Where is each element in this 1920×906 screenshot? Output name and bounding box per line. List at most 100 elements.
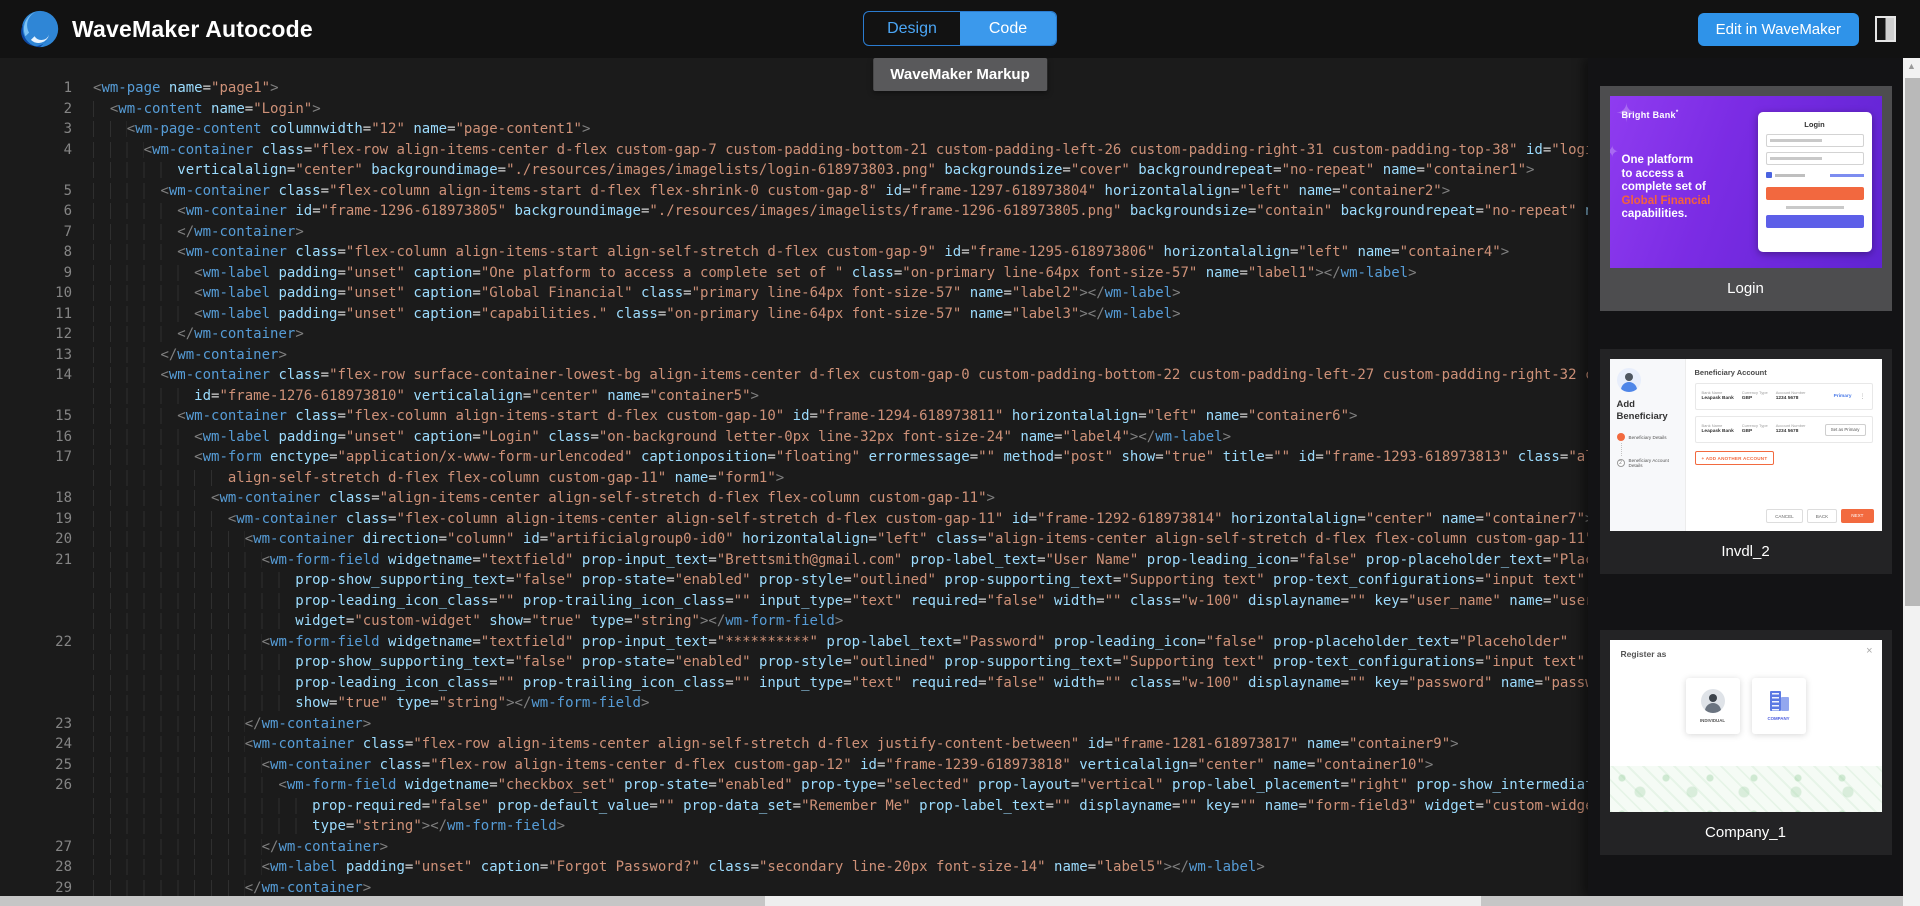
thumb-brand: Bright Bank*: [1622, 110, 1679, 120]
line-number: 27: [0, 837, 72, 858]
code-row: 2 <wm-content name="Login">: [0, 99, 1588, 120]
tab-design[interactable]: Design: [864, 12, 960, 45]
line-number: 29: [0, 878, 72, 897]
line-number: 11: [0, 304, 72, 325]
line-number: 21: [0, 550, 72, 571]
page-card-login[interactable]: ✦ ✦ Bright Bank* One platform to access …: [1600, 86, 1892, 311]
login-thumbnail: ✦ ✦ Bright Bank* One platform to access …: [1610, 96, 1882, 268]
view-toggle: Design Code: [863, 11, 1057, 46]
finance-pattern: [1610, 766, 1882, 812]
code-row: 6 <wm-container id="frame-1296-618973805…: [0, 201, 1588, 222]
top-right-controls: Edit in WaveMaker: [1698, 13, 1896, 46]
line-number: 14: [0, 365, 72, 386]
option-company: COMPANY: [1752, 678, 1806, 734]
edit-in-wavemaker-button[interactable]: Edit in WaveMaker: [1698, 13, 1859, 46]
line-number: 23: [0, 714, 72, 735]
vertical-scrollbar[interactable]: ▲: [1903, 58, 1920, 906]
brand: WaveMaker Autocode: [20, 9, 313, 49]
code-row: 24 <wm-container class="flex-row align-i…: [0, 734, 1588, 755]
option-individual: INDIVIDUAL: [1686, 678, 1740, 734]
panel-toggle-icon[interactable]: [1875, 16, 1896, 42]
vertical-scrollbar-thumb[interactable]: [1905, 78, 1920, 606]
step-number-icon: 2: [1617, 459, 1625, 467]
line-number: 24: [0, 734, 72, 755]
line-number: 2: [0, 99, 72, 120]
wavemaker-logo-icon: [20, 9, 60, 49]
code-row: 15 <wm-container class="flex-column alig…: [0, 406, 1588, 427]
horizontal-scrollbar[interactable]: [0, 896, 1903, 906]
code-row: align-self-stretch d-flex flex-column cu…: [0, 468, 1588, 489]
beneficiary-row: Bank NameLeapask Bank Currency TypeGBP A…: [1695, 416, 1873, 443]
markup-tooltip: WaveMaker Markup: [873, 58, 1047, 91]
page-card-company1[interactable]: Register as × INDIVIDUAL COMPANY Company…: [1600, 630, 1892, 855]
line-number: 25: [0, 755, 72, 776]
scroll-up-icon[interactable]: ▲: [1903, 58, 1920, 74]
horizontal-scrollbar-thumb[interactable]: [765, 896, 1481, 906]
code-row: 29 </wm-container>: [0, 878, 1588, 897]
code-row: prop-required="false" prop-default_value…: [0, 796, 1588, 817]
code-row: 26 <wm-form-field widgetname="checkbox_s…: [0, 775, 1588, 796]
tab-code[interactable]: Code: [960, 12, 1056, 45]
thumb-checkbox: [1766, 172, 1772, 178]
line-number: 9: [0, 263, 72, 284]
app-title: WaveMaker Autocode: [72, 16, 313, 43]
line-number: 6: [0, 201, 72, 222]
person-icon: [1701, 689, 1725, 713]
thumb-register-button: [1766, 215, 1864, 228]
page-label: Invdl_2: [1610, 543, 1882, 564]
line-number: 26: [0, 775, 72, 796]
avatar-icon: [1617, 368, 1641, 392]
star-decoration: ✦: [1610, 142, 1619, 162]
code-row: 7 </wm-container>: [0, 222, 1588, 243]
code-row: 3 <wm-page-content columnwidth="12" name…: [0, 119, 1588, 140]
line-number: 12: [0, 324, 72, 345]
line-number: 4: [0, 140, 72, 161]
code-row: 5 <wm-container class="flex-column align…: [0, 181, 1588, 202]
pages-sidebar: ✦ ✦ Bright Bank* One platform to access …: [1588, 58, 1903, 896]
line-number: [0, 160, 72, 181]
code-row: 19 <wm-container class="flex-column alig…: [0, 509, 1588, 530]
code-row: 21 <wm-form-field widgetname="textfield"…: [0, 550, 1588, 571]
code-row: 23 </wm-container>: [0, 714, 1588, 735]
line-number: [0, 673, 72, 694]
line-number: 22: [0, 632, 72, 653]
line-number: [0, 652, 72, 673]
thumb-login-button: [1766, 187, 1864, 200]
close-icon: ×: [1866, 645, 1872, 657]
kebab-menu-icon: ⋮: [1860, 393, 1866, 400]
code-row: prop-leading_icon_class="" prop-trailing…: [0, 673, 1588, 694]
step-dot-icon: [1617, 433, 1625, 441]
line-number: [0, 693, 72, 714]
thumb-input-password: [1766, 152, 1864, 165]
line-number: 13: [0, 345, 72, 366]
line-number: [0, 796, 72, 817]
page-label: Login: [1610, 280, 1882, 301]
code-row: 25 <wm-container class="flex-row align-i…: [0, 755, 1588, 776]
line-number: 16: [0, 427, 72, 448]
code-row: prop-show_supporting_text="false" prop-s…: [0, 570, 1588, 591]
code-row: 28 <wm-label padding="unset" caption="Fo…: [0, 857, 1588, 878]
line-number: 3: [0, 119, 72, 140]
invdl2-thumbnail: Add Beneficiary Beneficiary Details 2Ben…: [1610, 359, 1882, 531]
line-number: 15: [0, 406, 72, 427]
company1-thumbnail: Register as × INDIVIDUAL COMPANY: [1610, 640, 1882, 812]
line-number: 8: [0, 242, 72, 263]
code-row: widget="custom-widget" show="true" type=…: [0, 611, 1588, 632]
code-row: 14 <wm-container class="flex-row surface…: [0, 365, 1588, 386]
page-card-invdl2[interactable]: Add Beneficiary Beneficiary Details 2Ben…: [1600, 349, 1892, 574]
line-number: [0, 591, 72, 612]
code-editor[interactable]: 1<wm-page name="page1">2 <wm-content nam…: [0, 58, 1588, 896]
beneficiary-row: Bank NameLeapask Bank Currency TypeGBP A…: [1695, 383, 1873, 410]
code-row: 17 <wm-form enctype="application/x-www-f…: [0, 447, 1588, 468]
code-row: 22 <wm-form-field widgetname="textfield"…: [0, 632, 1588, 653]
code-row: 8 <wm-container class="flex-column align…: [0, 242, 1588, 263]
line-number: [0, 611, 72, 632]
code-row: 18 <wm-container class="align-items-cent…: [0, 488, 1588, 509]
line-number: 7: [0, 222, 72, 243]
line-number: 1: [0, 78, 72, 99]
line-number: [0, 468, 72, 489]
code-row: 27 </wm-container>: [0, 837, 1588, 858]
code-row: prop-show_supporting_text="false" prop-s…: [0, 652, 1588, 673]
code-row: 1<wm-page name="page1">: [0, 78, 1588, 99]
line-number: 19: [0, 509, 72, 530]
